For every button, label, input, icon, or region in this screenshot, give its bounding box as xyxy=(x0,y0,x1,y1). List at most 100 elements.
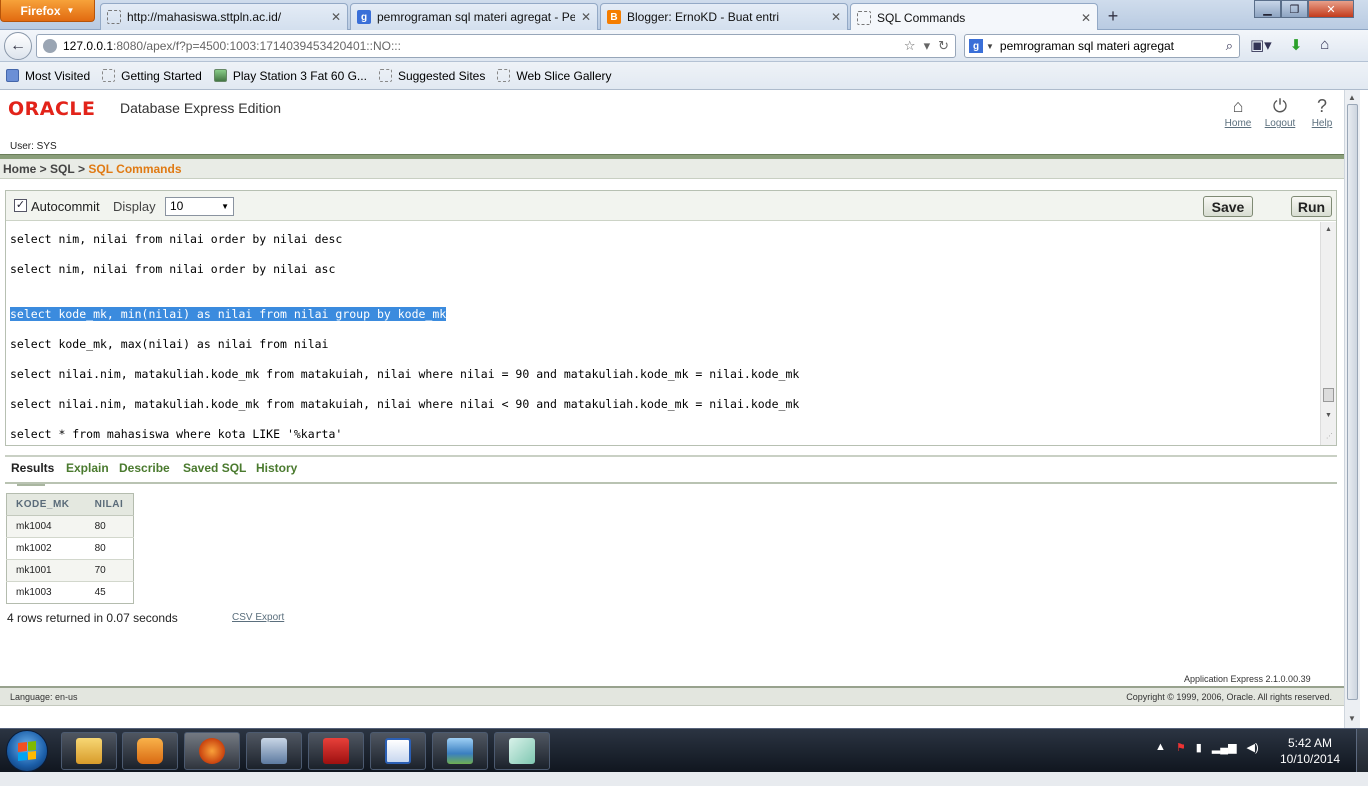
notepad-icon xyxy=(509,738,535,764)
search-icon[interactable]: ⌕ xyxy=(1226,38,1233,54)
sql-editor[interactable]: select nim, nilai from nilai order by ni… xyxy=(6,222,1320,445)
signal-icon[interactable]: ▂▄▆ xyxy=(1212,741,1237,754)
sql-line[interactable]: select nim, nilai from nilai order by ni… xyxy=(10,232,342,246)
bookmark-play-station[interactable]: Play Station 3 Fat 60 G... xyxy=(213,68,367,83)
taskbar-app[interactable] xyxy=(246,732,302,770)
sql-line[interactable]: select nim, nilai from nilai order by ni… xyxy=(10,262,335,276)
home-link[interactable]: ⌂ Home xyxy=(1216,94,1260,129)
taskbar-word[interactable] xyxy=(370,732,426,770)
save-button[interactable]: Save xyxy=(1203,196,1253,217)
screen-bottom-edge xyxy=(0,772,1368,786)
page-scrollbar[interactable]: ▲ ▼ xyxy=(1344,90,1360,728)
editor-scroll-thumb[interactable] xyxy=(1323,388,1334,402)
tab-explain[interactable]: Explain xyxy=(66,461,109,475)
autocommit-checkbox[interactable]: ✓ xyxy=(14,199,27,212)
close-tab-icon[interactable]: ✕ xyxy=(581,10,591,24)
home-icon[interactable]: ⌂ xyxy=(1320,36,1329,54)
battery-icon[interactable]: ▮ xyxy=(1196,741,1202,754)
browser-tab-google-search[interactable]: g pemrograman sql materi agregat - Pe...… xyxy=(350,3,598,30)
tab-saved-sql[interactable]: Saved SQL xyxy=(183,461,246,475)
bookmark-label: Most Visited xyxy=(25,68,91,83)
taskbar-clock[interactable]: 5:42 AM 10/10/2014 xyxy=(1275,735,1345,767)
breadcrumb-sql[interactable]: SQL xyxy=(50,162,75,176)
window-minimize-button[interactable]: ▁ xyxy=(1254,0,1281,18)
user-label: User: SYS xyxy=(10,141,57,152)
display-rows-select[interactable]: 10 ▼ xyxy=(165,197,234,216)
window-close-button[interactable]: ✕ xyxy=(1308,0,1354,18)
scroll-up-icon[interactable]: ▲ xyxy=(1325,226,1332,233)
close-tab-icon[interactable]: ✕ xyxy=(1081,11,1091,25)
page-icon xyxy=(102,69,116,82)
bookmark-label: Play Station 3 Fat 60 G... xyxy=(232,68,367,83)
history-dropdown-icon[interactable]: ▾ xyxy=(924,38,931,54)
tab-history[interactable]: History xyxy=(256,461,297,475)
bookmark-most-visited[interactable]: Most Visited xyxy=(6,69,90,83)
run-button[interactable]: Run xyxy=(1291,196,1332,217)
table-cell: mk1001 xyxy=(6,559,86,582)
tab-results[interactable]: Results xyxy=(11,461,54,475)
show-desktop-button[interactable] xyxy=(1356,729,1368,773)
sql-line-selected[interactable]: select kode_mk, min(nilai) as nilai from… xyxy=(10,307,447,321)
chevron-up-icon[interactable]: ▲ xyxy=(1155,741,1166,754)
scroll-down-icon[interactable]: ▼ xyxy=(1348,714,1356,723)
bookmark-star-icon[interactable]: ☆ xyxy=(904,38,916,54)
help-link-label: Help xyxy=(1311,118,1333,129)
bookmarks-menu-icon[interactable]: ▣▾ xyxy=(1250,36,1272,54)
product-name: Database Express Edition xyxy=(120,100,282,116)
scroll-down-icon[interactable]: ▼ xyxy=(1325,412,1332,419)
back-button[interactable]: ← xyxy=(4,32,32,60)
logout-link[interactable]: ⏻ Logout xyxy=(1258,94,1302,129)
google-icon[interactable]: g xyxy=(969,39,983,53)
firefox-menu-button[interactable]: Firefox ▼ xyxy=(0,0,95,22)
taskbar-media-player[interactable] xyxy=(122,732,178,770)
search-bar[interactable]: g ▼ pemrograman sql materi agregat ⌕ xyxy=(964,34,1240,58)
browser-tab-blogger[interactable]: B Blogger: ErnoKD - Buat entri ✕ xyxy=(600,3,848,30)
chevron-down-icon: ▼ xyxy=(66,6,75,15)
bookmarks-toolbar: Most Visited Getting Started Play Statio… xyxy=(0,62,1368,90)
browser-tab-mahasiswa[interactable]: http://mahasiswa.sttpln.ac.id/ ✕ xyxy=(100,3,348,30)
download-icon[interactable]: ⬇ xyxy=(1290,36,1303,54)
taskbar-firefox[interactable] xyxy=(184,732,240,770)
new-tab-button[interactable]: + xyxy=(1102,5,1124,27)
chevron-down-icon[interactable]: ▼ xyxy=(986,42,994,51)
page-scroll-thumb[interactable] xyxy=(1347,104,1358,700)
editor-scrollbar[interactable]: ▲ ▼ ⋰ xyxy=(1320,222,1336,445)
volume-icon[interactable]: ◀) xyxy=(1247,741,1259,754)
close-tab-icon[interactable]: ✕ xyxy=(831,10,841,24)
taskbar-photo-viewer[interactable] xyxy=(432,732,488,770)
resize-grip-icon[interactable]: ⋰ xyxy=(1326,432,1333,440)
browser-tab-sql-commands[interactable]: SQL Commands ✕ xyxy=(850,3,1098,31)
bookmark-web-slice-gallery[interactable]: Web Slice Gallery xyxy=(497,69,612,83)
site-identity-icon[interactable] xyxy=(43,39,57,53)
sql-line[interactable]: select kode_mk, max(nilai) as nilai from… xyxy=(10,337,329,351)
acrobat-icon xyxy=(323,738,349,764)
url-bar[interactable]: 127.0.0.1:8080/apex/f?p=4500:1003:171403… xyxy=(36,34,956,58)
bookmark-suggested-sites[interactable]: Suggested Sites xyxy=(378,69,485,83)
power-icon: ⏻ xyxy=(1272,96,1288,116)
sql-line[interactable]: select nilai.nim, matakuliah.kode_mk fro… xyxy=(10,397,799,411)
breadcrumb-current: SQL Commands xyxy=(88,161,182,176)
help-link[interactable]: ? Help xyxy=(1300,94,1344,129)
column-header: KODE_MK xyxy=(6,493,86,516)
table-cell: 80 xyxy=(85,537,134,560)
page-icon xyxy=(497,69,511,82)
tabs-divider xyxy=(5,482,1337,484)
reload-icon[interactable]: ↻ xyxy=(938,38,949,54)
csv-export-link[interactable]: CSV Export xyxy=(232,612,284,623)
taskbar-explorer[interactable] xyxy=(61,732,117,770)
table-header-row: KODE_MK NILAI xyxy=(6,493,134,516)
breadcrumb-home[interactable]: Home xyxy=(3,162,36,176)
search-input[interactable]: pemrograman sql materi agregat xyxy=(1000,39,1174,53)
sql-line[interactable]: select * from mahasiswa where kota LIKE … xyxy=(10,427,342,441)
taskbar-notepad[interactable] xyxy=(494,732,550,770)
action-center-icon[interactable]: ⚑ xyxy=(1176,741,1186,754)
page-icon xyxy=(378,69,392,82)
close-tab-icon[interactable]: ✕ xyxy=(331,10,341,24)
scroll-up-icon[interactable]: ▲ xyxy=(1348,93,1356,102)
tab-describe[interactable]: Describe xyxy=(119,461,170,475)
taskbar-acrobat[interactable] xyxy=(308,732,364,770)
sql-line[interactable]: select nilai.nim, matakuliah.kode_mk fro… xyxy=(10,367,799,381)
window-maximize-button[interactable]: ❐ xyxy=(1281,0,1308,18)
bookmark-getting-started[interactable]: Getting Started xyxy=(102,69,202,83)
start-button[interactable] xyxy=(6,730,48,772)
